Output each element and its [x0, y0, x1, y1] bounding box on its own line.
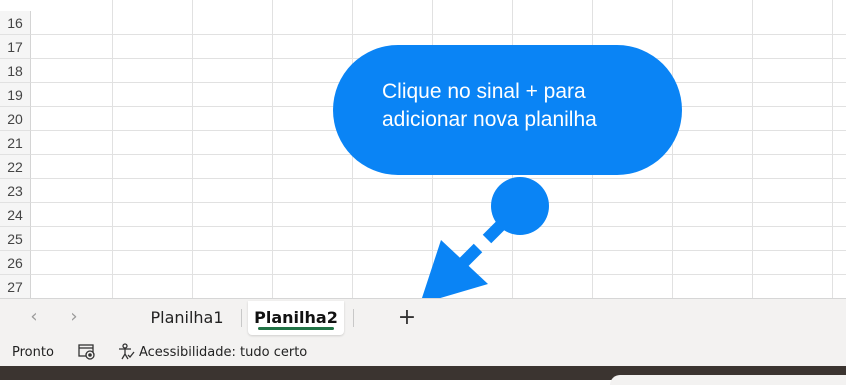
row-header[interactable]: 20 [0, 107, 31, 131]
taskbar-panel [610, 375, 846, 385]
row-header[interactable]: 24 [0, 203, 31, 227]
row-header[interactable]: 25 [0, 227, 31, 251]
column-gridline [672, 0, 673, 298]
column-gridline [272, 0, 273, 298]
row-header[interactable]: 26 [0, 251, 31, 275]
row-header[interactable]: 17 [0, 35, 31, 59]
active-tab-underline [258, 327, 334, 330]
row-header[interactable]: 19 [0, 83, 31, 107]
tab-divider [353, 309, 354, 327]
column-gridline [192, 0, 193, 298]
row-gridline [31, 274, 846, 275]
row-gridline [31, 202, 846, 203]
row-header[interactable]: 18 [0, 59, 31, 83]
column-gridline [752, 0, 753, 298]
row-gridline [31, 250, 846, 251]
sheet-tab-bar: ‹ › Planilha1 Planilha2 + [0, 298, 846, 338]
chevron-left-icon[interactable]: ‹ [24, 307, 44, 327]
row-header[interactable]: 21 [0, 131, 31, 155]
taskbar-strip [0, 366, 846, 385]
callout-line-1: Clique no sinal + para [382, 80, 586, 103]
sheet-tab-label: Planilha1 [150, 308, 224, 327]
accessibility-icon[interactable] [117, 343, 135, 361]
row-gridline [31, 226, 846, 227]
row-header[interactable]: 23 [0, 179, 31, 203]
row-header[interactable]: 22 [0, 155, 31, 179]
chevron-right-icon[interactable]: › [64, 307, 84, 327]
tab-divider [241, 309, 242, 327]
add-sheet-button[interactable]: + [392, 303, 422, 333]
row-header[interactable]: 27 [0, 275, 31, 298]
row-gridline [31, 34, 846, 35]
callout-text: Clique no sinal + para adicionar nova pl… [382, 78, 672, 134]
column-gridline [832, 0, 833, 298]
column-gridline [112, 0, 113, 298]
status-bar: Pronto Acessibilidade: tudo certo [0, 338, 846, 366]
macro-record-icon[interactable] [78, 344, 96, 360]
callout-line-2: adicionar nova planilha [382, 108, 597, 131]
sheet-tab-planilha1[interactable]: Planilha1 [140, 301, 234, 335]
sheet-tab-planilha2[interactable]: Planilha2 [248, 301, 344, 335]
row-header[interactable]: 16 [0, 11, 31, 35]
accessibility-status[interactable]: Acessibilidade: tudo certo [139, 345, 307, 360]
sheet-tab-label: Planilha2 [254, 308, 338, 327]
status-ready: Pronto [12, 345, 54, 360]
row-gridline [31, 178, 846, 179]
